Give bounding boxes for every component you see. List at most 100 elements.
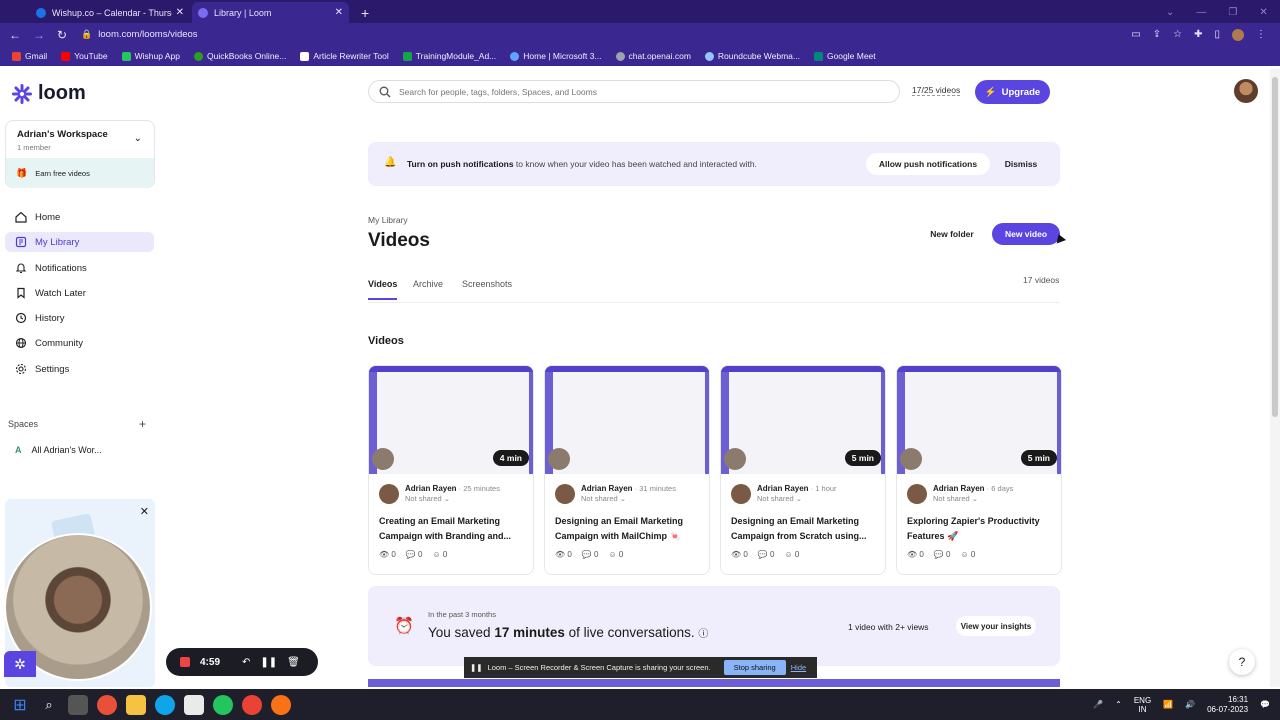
- video-title[interactable]: Designing an Email Marketing Campaign fr…: [731, 514, 881, 544]
- add-space-icon[interactable]: +: [139, 417, 146, 431]
- tab-videos[interactable]: Videos: [368, 279, 398, 300]
- sharing-status[interactable]: Not shared ⌄: [757, 494, 837, 503]
- share-icon[interactable]: ⇪: [1153, 29, 1161, 41]
- scrollbar[interactable]: [1270, 69, 1280, 687]
- new-tab-icon[interactable]: +: [355, 2, 375, 23]
- tab-archive[interactable]: Archive: [413, 279, 443, 289]
- video-usage[interactable]: 17/25 videos: [912, 85, 961, 96]
- close-icon[interactable]: ✕: [140, 505, 149, 518]
- nav-watch-later[interactable]: Watch Later: [5, 283, 154, 303]
- app-icon[interactable]: [213, 694, 233, 715]
- sharing-status[interactable]: Not shared ⌄: [581, 494, 676, 503]
- video-thumbnail[interactable]: 5 min: [897, 366, 1061, 474]
- view-insights-button[interactable]: View your insights: [956, 616, 1036, 636]
- video-thumbnail[interactable]: 4 min: [369, 366, 533, 474]
- stop-recording-icon[interactable]: [180, 657, 190, 667]
- extensions-icon[interactable]: ✚: [1194, 29, 1202, 41]
- bookmark-chatgpt[interactable]: chat.openai.com: [615, 51, 691, 61]
- video-thumbnail[interactable]: 5 min: [721, 366, 885, 474]
- workspace-name[interactable]: Adrian's Workspace: [17, 129, 108, 140]
- task-view-icon[interactable]: [68, 694, 88, 715]
- file-explorer-icon[interactable]: [126, 694, 146, 715]
- bookmark-gmail[interactable]: Gmail: [12, 51, 47, 61]
- bookmark-article-rewriter[interactable]: Article Rewriter Tool: [300, 51, 389, 61]
- sharing-status[interactable]: Not shared ⌄: [933, 494, 1013, 503]
- store-icon[interactable]: [184, 694, 204, 715]
- close-window-icon[interactable]: ✕: [1259, 7, 1267, 18]
- video-card[interactable]: 5 min Adrian Rayen · 6 days Not shared ⌄ …: [896, 365, 1062, 575]
- video-card[interactable]: 5 min Adrian Rayen · 1 hour Not shared ⌄ …: [720, 365, 886, 575]
- trash-icon[interactable]: 🗑: [287, 657, 300, 668]
- back-icon[interactable]: ←: [9, 28, 21, 42]
- space-item[interactable]: A All Adrian's Wor...: [15, 445, 102, 455]
- stop-sharing-button[interactable]: Stop sharing: [723, 660, 786, 675]
- chrome-profile-icon[interactable]: [271, 694, 291, 715]
- help-button[interactable]: ?: [1229, 649, 1255, 675]
- close-icon[interactable]: ✕: [176, 7, 184, 18]
- dismiss-button[interactable]: Dismiss: [996, 153, 1046, 175]
- video-title[interactable]: Designing an Email Marketing Campaign wi…: [555, 514, 705, 544]
- video-thumbnail[interactable]: [545, 366, 709, 474]
- windows-start-icon[interactable]: ⊞: [10, 695, 30, 715]
- chevron-down-icon[interactable]: ⌄: [134, 133, 142, 144]
- bookmark-google-meet[interactable]: Google Meet: [813, 51, 876, 61]
- forward-icon[interactable]: →: [33, 28, 45, 42]
- upgrade-button[interactable]: ⚡ Upgrade: [975, 80, 1050, 104]
- video-card[interactable]: 4 min Adrian Rayen · 25 minutes Not share…: [368, 365, 534, 575]
- video-title[interactable]: Creating an Email Marketing Campaign wit…: [379, 514, 529, 544]
- video-title[interactable]: Exploring Zapier's Productivity Features…: [907, 514, 1057, 544]
- mic-icon[interactable]: 🎤: [1093, 700, 1103, 709]
- pause-icon[interactable]: ❚❚: [260, 657, 277, 668]
- earn-free-videos[interactable]: 🎁 Earn free videos: [6, 158, 154, 188]
- sidepanel-icon[interactable]: ▯: [1214, 29, 1220, 41]
- new-folder-button[interactable]: New folder: [920, 223, 984, 245]
- edge-icon[interactable]: [155, 694, 175, 715]
- new-video-button[interactable]: New video: [992, 223, 1060, 245]
- hide-button[interactable]: Hide: [791, 663, 806, 672]
- bookmark-trainingmodule[interactable]: TrainingModule_Ad...: [402, 51, 496, 61]
- loom-logo[interactable]: loom: [11, 82, 86, 105]
- nav-community[interactable]: Community: [5, 333, 154, 353]
- menu-icon[interactable]: ⋮: [1256, 29, 1266, 41]
- breadcrumb[interactable]: My Library: [368, 215, 408, 225]
- chevron-up-icon[interactable]: ⌃: [1115, 700, 1122, 709]
- search-box[interactable]: [368, 80, 900, 103]
- nav-settings[interactable]: Settings: [5, 359, 154, 379]
- info-icon[interactable]: ⓘ: [698, 629, 708, 640]
- clock[interactable]: 16:31 06-07-2023: [1207, 695, 1248, 715]
- browser-tab[interactable]: Wishup.co – Calendar - Thursday ✕: [30, 2, 190, 23]
- allow-push-button[interactable]: Allow push notifications: [866, 153, 990, 175]
- wifi-icon[interactable]: 📶: [1163, 700, 1173, 709]
- profile-icon[interactable]: [1232, 28, 1244, 41]
- reload-icon[interactable]: ↻: [57, 28, 67, 42]
- volume-icon[interactable]: 🔊: [1185, 700, 1195, 709]
- video-card[interactable]: Adrian Rayen · 31 minutes Not shared ⌄ De…: [544, 365, 710, 575]
- chrome-icon[interactable]: [242, 694, 262, 715]
- sharing-status[interactable]: Not shared ⌄: [405, 494, 500, 503]
- language-indicator[interactable]: ENG IN: [1134, 696, 1151, 714]
- maximize-icon[interactable]: ❐: [1228, 7, 1237, 18]
- url-input[interactable]: loom.com/looms/videos: [98, 29, 197, 40]
- notification-icon[interactable]: 💬: [1260, 700, 1270, 709]
- scrollbar-thumb[interactable]: [1272, 77, 1278, 417]
- app-icon[interactable]: [97, 694, 117, 715]
- nav-home[interactable]: Home: [5, 207, 154, 227]
- browser-tab-active[interactable]: Library | Loom ✕: [192, 2, 349, 23]
- minimize-icon[interactable]: —: [1196, 7, 1206, 18]
- avatar[interactable]: [1234, 79, 1258, 103]
- search-icon[interactable]: ⌕: [39, 695, 59, 715]
- bookmark-microsoft[interactable]: Home | Microsoft 3...: [510, 51, 602, 61]
- nav-history[interactable]: History: [5, 308, 154, 328]
- tab-screenshots[interactable]: Screenshots: [462, 279, 512, 289]
- restart-icon[interactable]: ↶: [242, 657, 250, 668]
- nav-my-library[interactable]: My Library: [5, 232, 154, 252]
- bookmark-youtube[interactable]: YouTube: [61, 51, 108, 61]
- close-icon[interactable]: ✕: [335, 7, 343, 18]
- star-icon[interactable]: ☆: [1173, 29, 1182, 41]
- bookmark-wishup[interactable]: Wishup App: [121, 51, 180, 61]
- search-input[interactable]: [399, 86, 879, 97]
- nav-notifications[interactable]: Notifications: [5, 258, 154, 278]
- bookmark-roundcube[interactable]: Roundcube Webma...: [704, 51, 800, 61]
- bookmark-quickbooks[interactable]: QuickBooks Online...: [193, 51, 286, 61]
- loom-recorder-icon[interactable]: ✲: [4, 651, 36, 677]
